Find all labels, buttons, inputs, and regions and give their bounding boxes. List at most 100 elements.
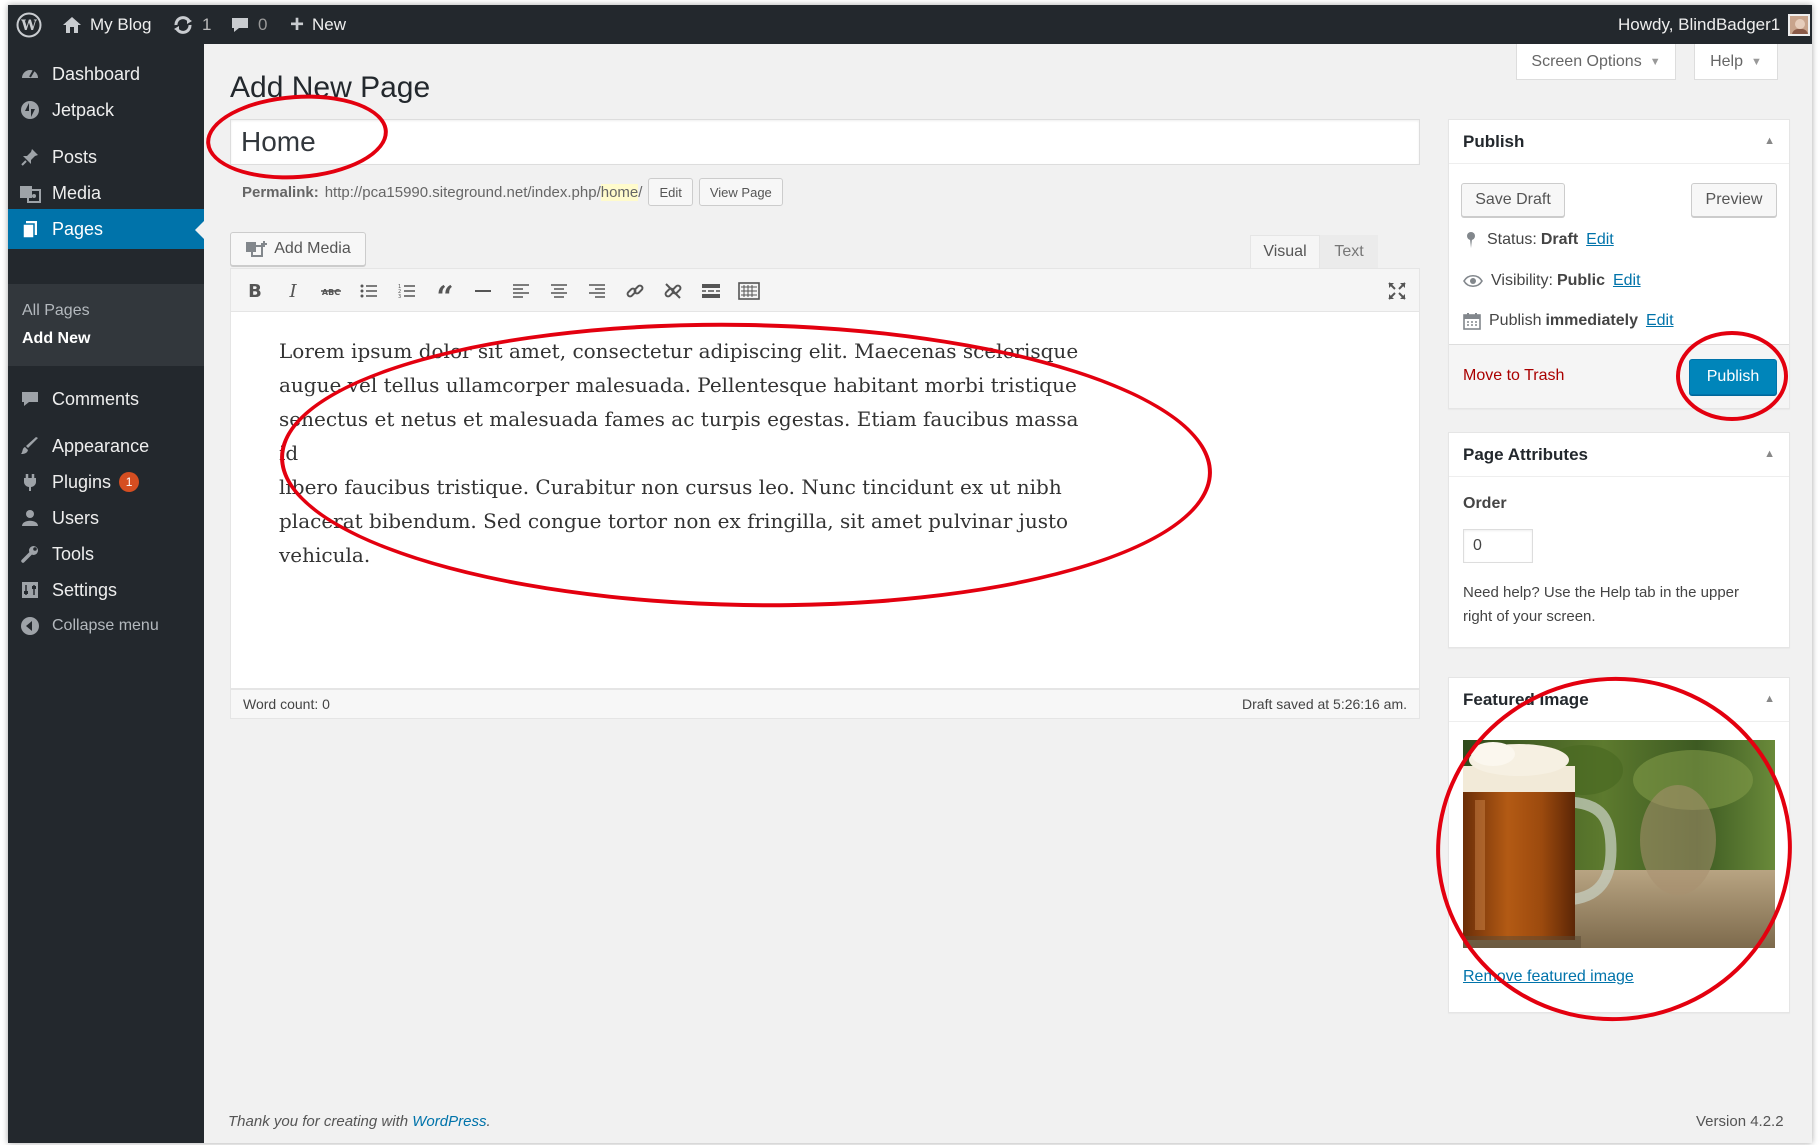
- order-value: 0: [1473, 537, 1482, 554]
- updates-count: 1: [202, 14, 212, 34]
- collapse-arrow-icon[interactable]: ▲: [1764, 693, 1775, 705]
- site-name: My Blog: [90, 14, 152, 34]
- italic-icon[interactable]: I: [277, 275, 309, 307]
- publish-value: immediately: [1545, 312, 1638, 329]
- sidebar-item-appearance[interactable]: Appearance: [8, 426, 204, 466]
- admin-sidebar: Dashboard Jetpack Posts Media Pages All …: [8, 44, 204, 1143]
- save-draft-button[interactable]: Save Draft: [1461, 183, 1565, 217]
- tab-text[interactable]: Text: [1320, 235, 1378, 268]
- new-content-link[interactable]: + New: [290, 5, 346, 44]
- publish-label: Publish: [1489, 312, 1542, 329]
- screen-options-button[interactable]: Screen Options ▼: [1516, 44, 1676, 80]
- permalink-row: Permalink: http://pca15990.siteground.ne…: [242, 178, 783, 206]
- visibility-value: Public: [1556, 272, 1605, 289]
- edit-permalink-button[interactable]: Edit: [648, 178, 693, 206]
- pages-submenu: [8, 284, 204, 366]
- site-name-link[interactable]: My Blog: [62, 5, 151, 44]
- sidebar-item-label: Media: [52, 182, 102, 203]
- align-right-icon[interactable]: [581, 275, 613, 307]
- sidebar-item-label: Collapse menu: [52, 617, 159, 634]
- help-button[interactable]: Help ▼: [1694, 44, 1778, 80]
- order-label: Order: [1463, 495, 1507, 512]
- sidebar-item-dashboard[interactable]: Dashboard: [8, 54, 204, 94]
- sidebar-item-settings[interactable]: Settings: [8, 570, 204, 610]
- align-left-icon[interactable]: [505, 275, 537, 307]
- screen-options-label: Screen Options: [1531, 52, 1642, 70]
- collapse-menu-button[interactable]: Collapse menu: [8, 606, 204, 646]
- help-text: Need help? Use the Help tab in the upper…: [1463, 581, 1739, 629]
- current-menu-arrow: [195, 221, 204, 239]
- sidebar-item-tools[interactable]: Tools: [8, 534, 204, 574]
- preview-button[interactable]: Preview: [1691, 183, 1777, 217]
- remove-featured-image-link[interactable]: Remove featured image: [1463, 968, 1634, 986]
- title-input[interactable]: Home: [230, 119, 1420, 165]
- help-label: Help: [1710, 52, 1743, 70]
- read-more-icon[interactable]: [695, 275, 727, 307]
- order-input[interactable]: 0: [1463, 529, 1533, 563]
- page-attributes-box: Page Attributes ▲ Order 0 Need help? Use…: [1448, 432, 1790, 648]
- fullscreen-icon[interactable]: [1381, 275, 1413, 307]
- view-page-button[interactable]: View Page: [698, 178, 783, 206]
- numbered-list-icon[interactable]: 123: [391, 275, 423, 307]
- eye-icon: [1463, 274, 1483, 288]
- move-to-trash-link[interactable]: Move to Trash: [1463, 367, 1564, 385]
- strikethrough-icon[interactable]: ABC: [315, 275, 347, 307]
- sidebar-item-plugins[interactable]: Plugins 1: [8, 462, 204, 502]
- publish-button[interactable]: Publish: [1689, 359, 1777, 395]
- sidebar-item-comments[interactable]: Comments: [8, 379, 204, 419]
- permalink-slug: home: [600, 183, 639, 201]
- permalink-url[interactable]: http://pca15990.siteground.net/index.php…: [324, 183, 643, 201]
- featured-image-thumbnail[interactable]: [1463, 740, 1775, 948]
- edit-visibility-link[interactable]: Edit: [1613, 272, 1641, 290]
- sidebar-item-media[interactable]: Media: [8, 173, 204, 213]
- settings-icon: [8, 580, 52, 600]
- footer-thanks-text: Thank you for creating with: [228, 1113, 413, 1130]
- bold-icon[interactable]: B: [239, 275, 271, 307]
- submenu-all-pages[interactable]: All Pages: [22, 302, 90, 320]
- permalink-base: http://pca15990.siteground.net/index.php…: [324, 183, 601, 201]
- sidebar-item-label: Users: [52, 507, 100, 528]
- sidebar-item-posts[interactable]: Posts: [8, 137, 204, 177]
- horizontal-line-icon[interactable]: [467, 275, 499, 307]
- sidebar-item-pages[interactable]: Pages: [8, 209, 204, 249]
- featured-image-header[interactable]: Featured Image ▲: [1449, 678, 1789, 722]
- jetpack-icon: [8, 100, 52, 120]
- updates-link[interactable]: 1: [172, 5, 211, 44]
- toolbar-toggle-icon[interactable]: [733, 275, 765, 307]
- sidebar-item-users[interactable]: Users: [8, 498, 204, 538]
- edit-schedule-link[interactable]: Edit: [1646, 312, 1674, 330]
- sidebar-item-label: Comments: [52, 388, 140, 409]
- submenu-add-new[interactable]: Add New: [22, 330, 90, 348]
- visibility-label: Visibility:: [1491, 272, 1553, 289]
- editor-toolbar: B I ABC 123 “: [230, 268, 1420, 315]
- sidebar-item-label: Tools: [52, 543, 95, 564]
- blockquote-icon[interactable]: “: [429, 275, 461, 315]
- footer-period: .: [486, 1113, 491, 1130]
- collapse-arrow-icon[interactable]: ▲: [1764, 135, 1775, 147]
- add-media-icon: [246, 241, 268, 257]
- remove-link-icon[interactable]: [657, 275, 689, 307]
- collapse-arrow-icon[interactable]: ▲: [1764, 448, 1775, 460]
- svg-text:W: W: [20, 18, 37, 34]
- bulleted-list-icon[interactable]: [353, 275, 385, 307]
- content-editor[interactable]: Lorem ipsum dolor sit amet, consectetur …: [230, 312, 1420, 689]
- add-media-button[interactable]: Add Media: [230, 232, 366, 266]
- content-text: Lorem ipsum dolor sit amet, consectetur …: [279, 334, 1079, 572]
- insert-link-icon[interactable]: [619, 275, 651, 307]
- page-attributes-header[interactable]: Page Attributes ▲: [1449, 433, 1789, 477]
- permalink-trail: /: [638, 183, 643, 201]
- dashboard-icon: [8, 64, 52, 84]
- align-center-icon[interactable]: [543, 275, 575, 307]
- publish-box: Publish ▲ Save Draft Preview Status: Dra…: [1448, 119, 1790, 409]
- tab-visual[interactable]: Visual: [1250, 235, 1320, 268]
- publish-box-header[interactable]: Publish ▲: [1449, 120, 1789, 164]
- comments-link[interactable]: 0: [230, 5, 267, 44]
- publish-box-title: Publish: [1463, 131, 1525, 151]
- wordpress-logo-icon[interactable]: W: [16, 5, 42, 44]
- help-text-line: Need help? Use the Help tab in the upper: [1463, 584, 1740, 601]
- new-label: New: [312, 14, 347, 34]
- edit-status-link[interactable]: Edit: [1586, 231, 1614, 249]
- my-account-link[interactable]: Howdy, BlindBadger1: [1618, 5, 1811, 44]
- sidebar-item-jetpack[interactable]: Jetpack: [8, 90, 204, 130]
- wordpress-link[interactable]: WordPress: [412, 1113, 486, 1130]
